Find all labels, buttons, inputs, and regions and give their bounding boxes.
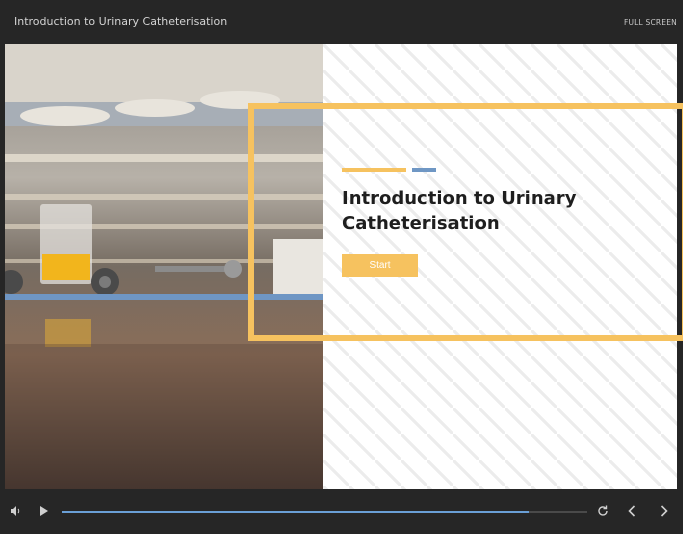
player-controls (0, 489, 683, 534)
chevron-left-icon[interactable] (628, 505, 636, 520)
course-title: Introduction to Urinary Catheterisation (14, 15, 228, 28)
progress-track[interactable] (62, 511, 587, 513)
slide-heading: Introduction to Urinary Catheterisation (342, 186, 642, 236)
top-bar: Introduction to Urinary Catheterisation … (0, 0, 683, 44)
chevron-right-icon[interactable] (660, 505, 668, 520)
play-icon[interactable] (39, 505, 49, 520)
start-button[interactable]: Start (342, 254, 418, 277)
slide-heading-line2: Catheterisation (342, 213, 500, 235)
progress-fill (62, 511, 530, 513)
replay-icon[interactable] (597, 505, 609, 520)
accent-bar-yellow (342, 168, 406, 172)
accent-bar-blue (412, 168, 436, 172)
fullscreen-button[interactable]: FULL SCREEN (624, 18, 677, 27)
slide-heading-line1: Introduction to Urinary (342, 188, 577, 209)
volume-icon[interactable] (10, 505, 22, 520)
